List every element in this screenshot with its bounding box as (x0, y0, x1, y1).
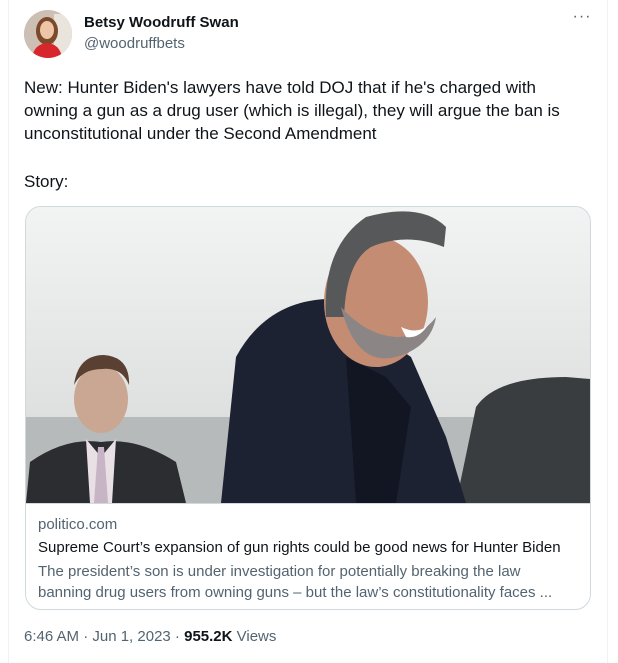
card-domain: politico.com (38, 516, 118, 533)
tweet-meta: 6:46 AM · Jun 1, 2023 · 955.2K Views (24, 628, 276, 645)
views-label: Views (232, 628, 277, 645)
author-avatar[interactable] (24, 10, 72, 58)
avatar-image (24, 10, 72, 58)
card-title: Supreme Court’s expansion of gun rights … (38, 539, 561, 556)
story-label: Story: (24, 172, 69, 191)
author-name[interactable]: Betsy Woodruff Swan (84, 14, 239, 31)
tweet-body: New: Hunter Biden's lawyers have told DO… (24, 78, 560, 143)
card-description: The president’s son is under investigati… (38, 561, 578, 603)
card-description-line-2: banning drug users from owning guns – bu… (38, 584, 553, 601)
tweet-text: New: Hunter Biden's lawyers have told DO… (24, 76, 584, 145)
views-count[interactable]: 955.2K (184, 628, 232, 645)
link-preview-card[interactable]: politico.com Supreme Court’s expansion o… (25, 206, 591, 610)
card-description-line-1: The president’s son is under investigati… (38, 563, 521, 580)
timestamp[interactable]: 6:46 AM · Jun 1, 2023 (24, 628, 171, 645)
author-handle[interactable]: @woodruffbets (84, 35, 185, 52)
card-photo (26, 207, 590, 503)
card-image[interactable] (26, 207, 590, 504)
more-horizontal-icon[interactable]: ··· (570, 8, 594, 32)
meta-separator: · (170, 628, 185, 645)
